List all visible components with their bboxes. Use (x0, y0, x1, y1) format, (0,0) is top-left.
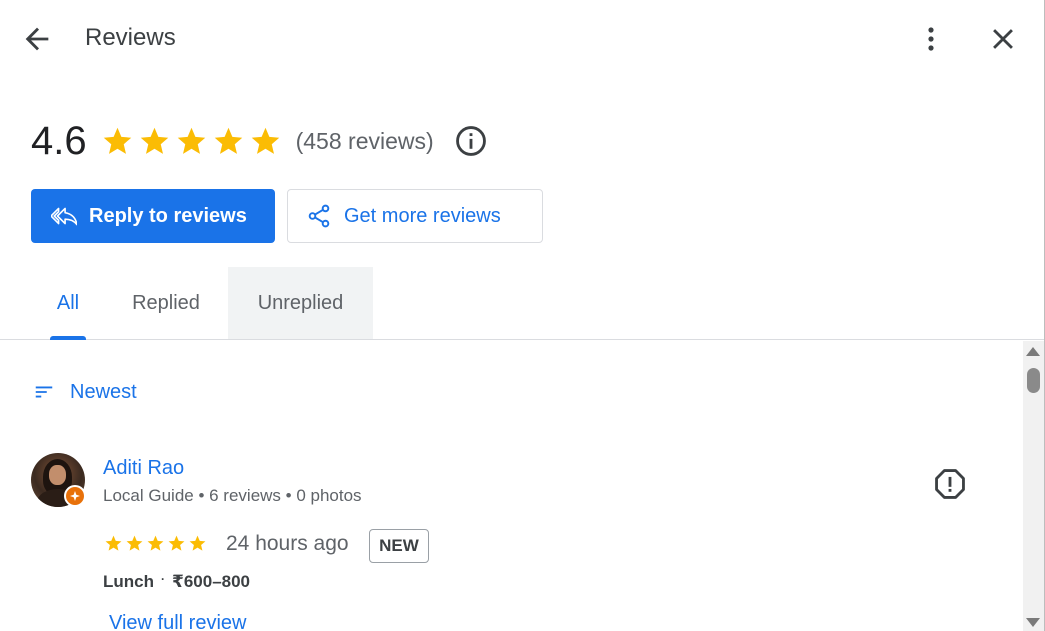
back-button[interactable] (20, 22, 54, 56)
tab-replied[interactable]: Replied (110, 267, 222, 339)
review-stars (104, 534, 207, 553)
review-time: 24 hours ago (226, 532, 349, 555)
reply-to-reviews-label: Reply to reviews (89, 204, 247, 227)
star-icon (251, 127, 279, 154)
reply-to-reviews-button[interactable]: Reply to reviews (31, 189, 275, 243)
star-icon (168, 535, 185, 551)
local-guide-badge-icon (64, 485, 86, 507)
scroll-up-arrow[interactable] (1026, 347, 1040, 356)
star-icon (126, 535, 143, 551)
avatar[interactable] (31, 453, 86, 507)
reviews-panel: Reviews 4.6 (458 reviews) Reply to revie… (0, 0, 1045, 631)
reply-all-icon (51, 207, 77, 226)
more-options-button[interactable] (917, 22, 945, 56)
sort-label: Newest (70, 380, 137, 403)
get-more-reviews-button[interactable]: Get more reviews (287, 189, 543, 243)
view-full-review-link[interactable]: View full review (109, 612, 246, 631)
price-range: ₹600–800 (172, 572, 251, 591)
tab-replied-label: Replied (132, 291, 200, 314)
star-icon (189, 535, 206, 551)
arrow-back-icon (25, 27, 49, 51)
scrollbar[interactable] (1023, 341, 1044, 631)
star-icon (177, 127, 205, 154)
review-count: (458 reviews) (295, 127, 434, 154)
new-badge: NEW (369, 529, 429, 563)
rating-summary: 4.6 (458 reviews) (31, 113, 488, 169)
close-button[interactable] (986, 22, 1020, 56)
header: Reviews (0, 0, 1044, 80)
tab-unreplied-label: Unreplied (257, 291, 344, 314)
page-title: Reviews (85, 24, 176, 51)
more-vert-icon (928, 27, 934, 51)
tab-all[interactable]: All (37, 267, 99, 340)
star-icon (105, 535, 122, 551)
separator-dot: · (161, 572, 165, 586)
star-icon (103, 127, 131, 154)
tab-unreplied[interactable]: Unreplied (228, 267, 373, 339)
star-icon (140, 127, 168, 154)
sort-button[interactable]: Newest (33, 375, 137, 409)
star-icon (214, 127, 242, 154)
info-icon[interactable] (454, 124, 488, 158)
review-tabs: All Replied Unreplied (0, 267, 1044, 340)
sort-icon (35, 386, 53, 398)
reviewer-meta: Local Guide • 6 reviews • 0 photos (103, 486, 362, 505)
star-icon (147, 535, 164, 551)
tab-selected-indicator (50, 336, 86, 340)
report-icon[interactable] (933, 467, 967, 501)
share-icon (308, 204, 330, 228)
scroll-thumb[interactable] (1027, 368, 1040, 393)
meal-info: Lunch · ₹600–800 (103, 572, 250, 592)
rating-value: 4.6 (31, 118, 87, 163)
meal-type: Lunch (103, 572, 154, 591)
get-more-reviews-label: Get more reviews (344, 204, 501, 227)
tab-all-label: All (56, 291, 80, 314)
close-icon (993, 29, 1013, 49)
reviewer-name[interactable]: Aditi Rao (103, 457, 184, 480)
scroll-down-arrow[interactable] (1026, 618, 1040, 627)
rating-stars (101, 125, 282, 158)
